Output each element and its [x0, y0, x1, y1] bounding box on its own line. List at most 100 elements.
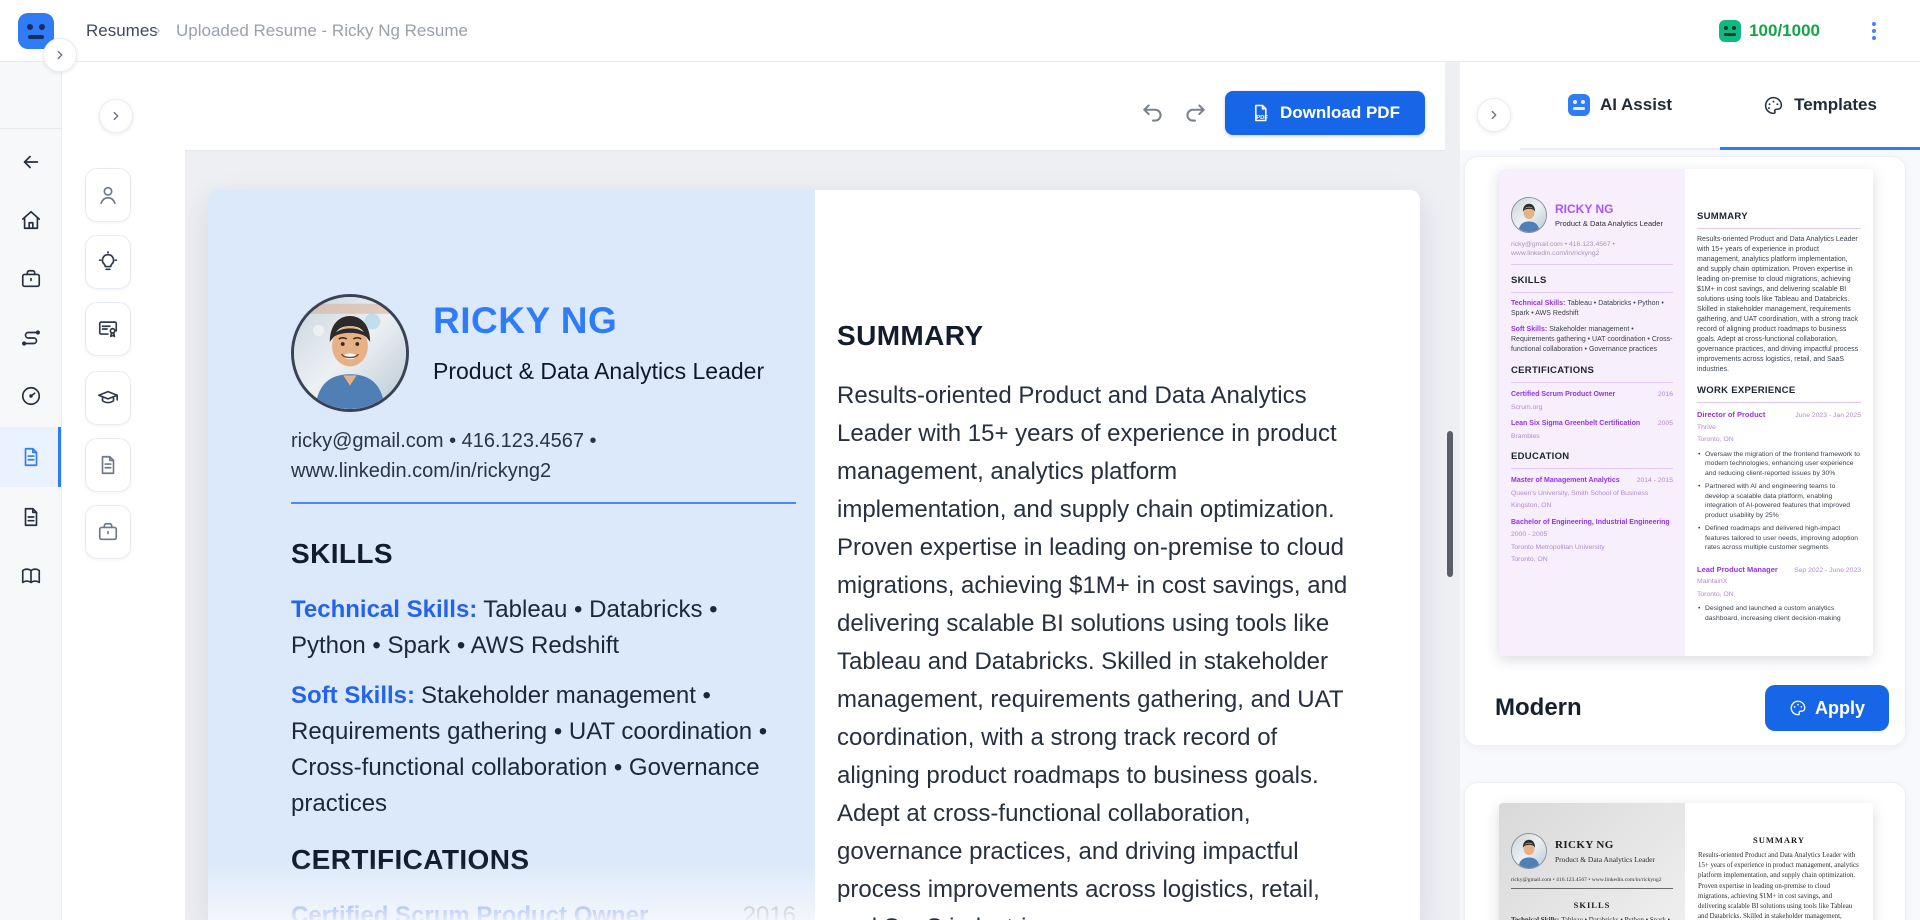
tool-profile-button[interactable] — [85, 168, 131, 222]
tpl-cert-issuer: Brambles — [1511, 432, 1673, 442]
breadcrumb-resumes[interactable]: Resumes — [86, 0, 158, 62]
download-pdf-button[interactable]: PDF Download PDF — [1225, 91, 1425, 135]
gauge-icon — [20, 385, 42, 407]
credits-badge[interactable]: 100/1000 — [1719, 0, 1820, 62]
app-root: Resumes › Uploaded Resume - Ricky Ng Res… — [0, 0, 1920, 920]
palette-icon — [1763, 95, 1784, 116]
tab-ai-assist[interactable]: AI Assist — [1520, 62, 1720, 148]
templates-list: RICKY NG Product & Data Analytics Leader… — [1460, 150, 1920, 920]
tpl-title-text: Product & Data Analytics Leader — [1555, 219, 1663, 228]
tpl-divider — [1511, 292, 1673, 293]
tab-templates[interactable]: Templates — [1720, 62, 1920, 148]
lightbulb-icon — [97, 251, 119, 273]
template-card-classic[interactable]: RICKY NG Product & Data Analytics Leader… — [1464, 782, 1906, 920]
briefcase-icon — [20, 268, 42, 290]
tool-education-button[interactable] — [85, 371, 131, 425]
tpl2-left-column: RICKY NG Product & Data Analytics Leader… — [1499, 803, 1685, 920]
tpl-cert-issuer: Scrum.org — [1511, 403, 1673, 413]
tool-experience-button[interactable] — [85, 505, 131, 559]
tpl-header: RICKY NG Product & Data Analytics Leader — [1511, 197, 1673, 233]
pdf-file-icon: PDF — [1250, 103, 1270, 123]
tpl-name-text: RICKY NG — [1555, 202, 1663, 216]
tab-templates-label: Templates — [1794, 95, 1877, 115]
summary-heading[interactable]: SUMMARY — [837, 320, 1390, 352]
tpl-edu-row: Bachelor of Engineering, Industrial Engi… — [1511, 518, 1673, 528]
template-name: Modern — [1495, 694, 1582, 722]
document-icon — [20, 506, 42, 528]
profile-photo[interactable] — [291, 294, 409, 412]
sidebar-item-jobs[interactable] — [0, 250, 61, 308]
tpl-job-row: Lead Product Manager Sep 2022 - June 202… — [1697, 565, 1861, 575]
undo-button[interactable] — [1140, 100, 1166, 126]
summary-text[interactable]: Results-oriented Product and Data Analyt… — [837, 377, 1349, 920]
sidebar-item-career-path[interactable] — [0, 309, 61, 367]
redo-button[interactable] — [1182, 100, 1208, 126]
tool-certifications-button[interactable] — [85, 302, 131, 356]
breadcrumb-root-label: Resumes — [86, 21, 158, 41]
template-card-footer: Modern Apply — [1495, 685, 1889, 731]
skills-heading[interactable]: SKILLS — [291, 538, 789, 570]
tpl-skills-heading: SKILLS — [1511, 275, 1673, 286]
rail-divider — [0, 128, 61, 129]
certificate-icon — [97, 318, 119, 340]
tab-ai-assist-label: AI Assist — [1600, 95, 1672, 115]
tpl2-title-text: Product & Data Analytics Leader — [1555, 855, 1655, 864]
panel-collapse-button[interactable] — [1477, 98, 1511, 132]
resume-name[interactable]: RICKY NG — [433, 300, 764, 342]
tpl2-name-text: RICKY NG — [1555, 839, 1655, 851]
canvas-scrollbar-thumb[interactable] — [1447, 431, 1453, 577]
tpl-job-bullets: Oversaw the migration of the frontend fr… — [1697, 450, 1861, 553]
soft-skills-line[interactable]: Soft Skills:Stakeholder management • Req… — [291, 678, 796, 822]
panel-tabbar: AI Assist Templates — [1460, 62, 1920, 150]
apply-template-button[interactable]: Apply — [1765, 685, 1889, 731]
more-options-kebab-icon[interactable] — [1862, 19, 1886, 43]
editor-canvas: RICKY NG Product & Data Analytics Leader… — [185, 150, 1445, 920]
book-icon — [20, 565, 42, 587]
tools-collapse-button[interactable] — [99, 99, 133, 133]
home-icon — [20, 209, 42, 231]
tpl-edu-location: Kingston, ON — [1511, 501, 1673, 511]
certification-row[interactable]: Certified Scrum Product Owner 2016 — [291, 902, 796, 920]
back-button[interactable] — [0, 133, 61, 191]
resume-divider — [291, 502, 796, 504]
undo-icon — [1140, 100, 1166, 126]
briefcase-icon — [97, 521, 119, 543]
tpl2-contact: ricky@gmail.com • 416.123.4567 • www.lin… — [1511, 877, 1673, 883]
sidebar-item-home[interactable] — [0, 191, 61, 249]
tpl-job-company: Thrive — [1697, 423, 1861, 433]
resume-document-icon — [20, 446, 42, 468]
apply-button-label: Apply — [1815, 698, 1865, 719]
sidebar-item-resumes-active[interactable] — [0, 427, 61, 487]
rail-collapse-button[interactable] — [43, 38, 77, 72]
sidebar-item-library[interactable] — [0, 547, 61, 605]
tpl-edu-row: Master of Management Analytics 2014 - 20… — [1511, 476, 1673, 486]
template-card-modern[interactable]: RICKY NG Product & Data Analytics Leader… — [1464, 156, 1906, 746]
tpl-edu-dates: 2000 - 2005 — [1511, 530, 1673, 540]
tool-skills-button[interactable] — [85, 235, 131, 289]
resume-contact[interactable]: ricky@gmail.com • 416.123.4567 • www.lin… — [291, 426, 796, 486]
document-icon — [97, 454, 119, 476]
tpl-technical-skills: Technical Skills:Tableau • Databricks • … — [1511, 299, 1673, 319]
sidebar-item-cover-letters[interactable] — [0, 488, 61, 546]
credits-robot-icon — [1719, 20, 1741, 42]
technical-skills-line[interactable]: Technical Skills:Tableau • Databricks • … — [291, 592, 796, 664]
tpl-edu-school: Toronto Metropolitan University — [1511, 543, 1673, 553]
tpl-job-row: Director of Product June 2023 - Jan 2025 — [1697, 410, 1861, 420]
resume-header[interactable]: RICKY NG Product & Data Analytics Leader — [291, 294, 789, 412]
tpl-education-heading: EDUCATION — [1511, 451, 1673, 462]
resume-sheet: RICKY NG Product & Data Analytics Leader… — [208, 190, 1420, 920]
tpl-summary-text: Results-oriented Product and Data Analyt… — [1697, 235, 1861, 375]
sidebar-item-dashboard[interactable] — [0, 367, 61, 425]
chevron-right-icon — [53, 48, 67, 62]
resume-title[interactable]: Product & Data Analytics Leader — [433, 358, 764, 385]
tpl-summary-heading: SUMMARY — [1697, 211, 1861, 222]
tpl-divider — [1511, 264, 1673, 265]
tool-summary-button[interactable] — [85, 438, 131, 492]
tpl-contact: ricky@gmail.com • 416.123.4567 • www.lin… — [1511, 240, 1673, 258]
tpl-job-bullets: Designed and launched a custom analytics… — [1697, 604, 1861, 623]
tpl-edu-location: Toronto, ON — [1511, 555, 1673, 565]
graduation-cap-icon — [97, 387, 119, 409]
resume-identity: RICKY NG Product & Data Analytics Leader — [433, 294, 764, 412]
certifications-heading[interactable]: CERTIFICATIONS — [291, 844, 789, 876]
route-icon — [20, 327, 42, 349]
